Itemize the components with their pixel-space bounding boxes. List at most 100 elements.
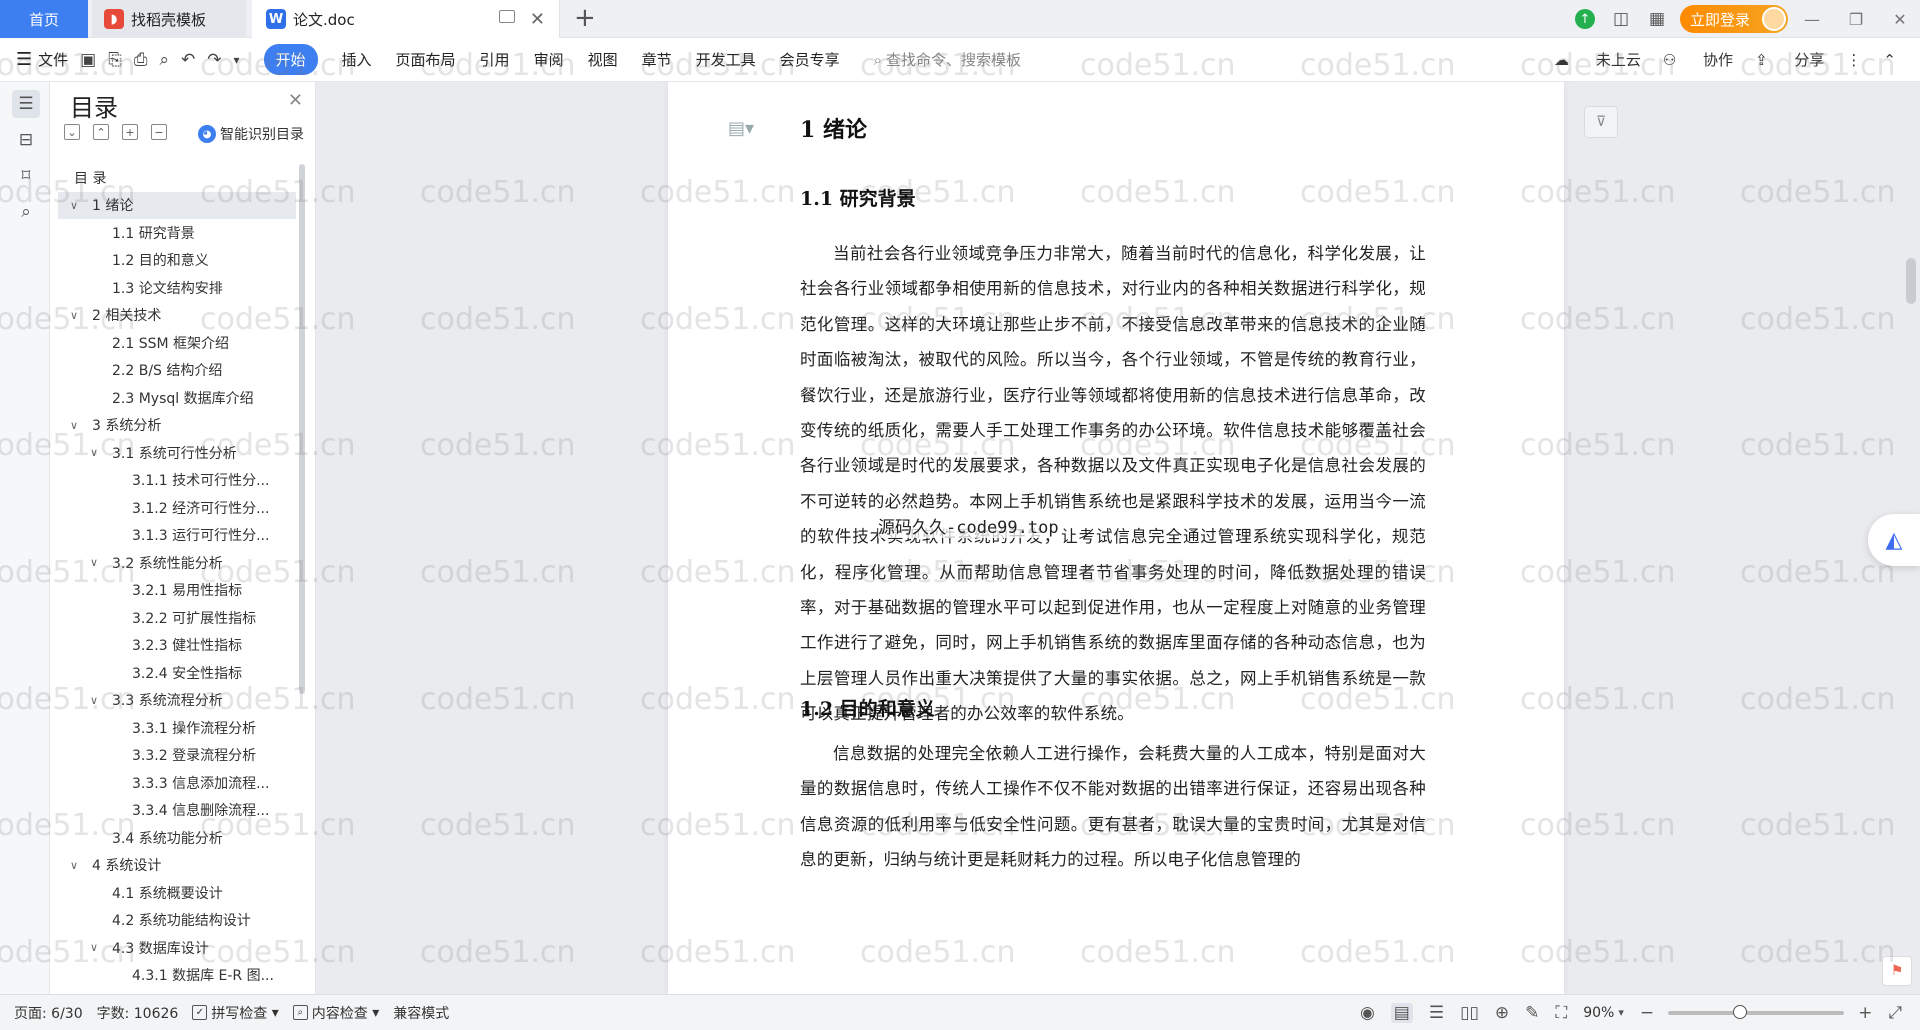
tab-page-layout[interactable]: 页面布局: [396, 49, 456, 70]
toc-item[interactable]: 目 录: [58, 164, 296, 192]
close-toc-icon[interactable]: ✕: [288, 90, 303, 111]
save-icon[interactable]: ▣: [80, 50, 96, 70]
toc-item[interactable]: ∨ 4.3 数据库设计: [58, 934, 296, 962]
toc-item[interactable]: 3.3.3 信息添加流程...: [58, 769, 296, 797]
eye-protection-icon[interactable]: ◉: [1360, 1003, 1375, 1023]
toc-item[interactable]: ∨ 4 系统设计: [58, 852, 296, 880]
tab-references[interactable]: 引用: [480, 49, 510, 70]
close-tab-icon[interactable]: ✕: [530, 9, 545, 30]
tab-document[interactable]: W 论文.doc ✕: [252, 0, 560, 38]
paragraph-options-icon[interactable]: ▤▾: [728, 118, 754, 139]
document-scrollbar[interactable]: [1906, 258, 1916, 304]
page-view-icon[interactable]: ▤: [1390, 1002, 1413, 1023]
tab-member[interactable]: 会员专享: [780, 49, 840, 70]
toc-item[interactable]: 4.3.1 数据库 E-R 图...: [58, 962, 296, 990]
toc-item[interactable]: 3.3.1 操作流程分析: [58, 714, 296, 742]
toc-item[interactable]: 3.4 系统功能分析: [58, 824, 296, 852]
chevron-down-icon[interactable]: ∨: [70, 859, 78, 872]
layout-toggle-icon[interactable]: ◫: [1606, 4, 1636, 34]
web-view-icon[interactable]: ⊕: [1495, 1003, 1509, 1023]
remove-heading-icon[interactable]: −: [151, 124, 167, 140]
zoom-dropdown-icon[interactable]: ▾: [1618, 1006, 1624, 1019]
zoom-out-icon[interactable]: −: [1640, 1003, 1654, 1023]
toc-item[interactable]: 3.3.4 信息删除流程...: [58, 797, 296, 825]
tab-developer[interactable]: 开发工具: [696, 49, 756, 70]
fullscreen-icon[interactable]: ⤢: [1888, 1003, 1902, 1023]
zoom-slider[interactable]: [1668, 1004, 1845, 1019]
tab-home[interactable]: 首页: [0, 0, 88, 38]
cloud-status-button[interactable]: ☁ 未上云: [1554, 49, 1641, 70]
toc-item[interactable]: 1.2 目的和意义: [58, 247, 296, 275]
tab-docer-templates[interactable]: ◗ 找稻壳模板: [92, 0, 246, 38]
toc-item[interactable]: ∨ 3.1 系统可行性分析: [58, 439, 296, 467]
add-heading-icon[interactable]: +: [122, 124, 138, 140]
reading-view-icon[interactable]: ▯▯: [1460, 1003, 1479, 1023]
toc-item[interactable]: 3.1.1 技术可行性分...: [58, 467, 296, 495]
restore-icon[interactable]: ❐: [1836, 0, 1876, 38]
collapse-ribbon-icon[interactable]: ⌃: [1883, 51, 1896, 69]
collaborate-button[interactable]: ⚇ 协作: [1663, 49, 1733, 70]
ai-assistant-icon[interactable]: ◭: [1868, 514, 1920, 566]
chevron-down-icon[interactable]: ∨: [90, 694, 98, 707]
chevron-down-icon[interactable]: ∨: [70, 419, 78, 432]
new-tab-button[interactable]: +: [574, 3, 596, 33]
chevron-down-icon[interactable]: ∨: [90, 556, 98, 569]
word-count[interactable]: 字数: 10626: [97, 1003, 179, 1023]
toc-item[interactable]: 3.1.3 运行可行性分...: [58, 522, 296, 550]
outline-view-icon[interactable]: ☰: [1429, 1003, 1444, 1023]
chevron-down-icon[interactable]: ∨: [70, 309, 78, 322]
toc-item[interactable]: 4.1 系统概要设计: [58, 879, 296, 907]
toc-item[interactable]: 4.2 系统功能结构设计: [58, 907, 296, 935]
toc-item[interactable]: 3.1.2 经济可行性分...: [58, 494, 296, 522]
print-icon[interactable]: ⎙: [134, 50, 148, 70]
more-options-icon[interactable]: ⋮: [1846, 51, 1861, 69]
toc-item[interactable]: 3.2.3 健壮性指标: [58, 632, 296, 660]
apps-grid-icon[interactable]: ▦: [1642, 4, 1672, 34]
filter-panel-icon[interactable]: ⊽: [1584, 106, 1618, 138]
close-window-icon[interactable]: ✕: [1880, 0, 1920, 38]
toc-item[interactable]: 2.1 SSM 框架介绍: [58, 329, 296, 357]
tab-view[interactable]: 视图: [588, 49, 618, 70]
toc-item[interactable]: 2.2 B/S 结构介绍: [58, 357, 296, 385]
toc-item[interactable]: 1.1 研究背景: [58, 219, 296, 247]
toc-item[interactable]: 1.3 论文结构安排: [58, 274, 296, 302]
print-preview-icon[interactable]: ⌕: [159, 50, 169, 70]
toc-item[interactable]: ∨ 3.3 系统流程分析: [58, 687, 296, 715]
page-indicator[interactable]: 页面: 6/30: [14, 1003, 83, 1023]
document-page[interactable]: ▤▾ 1 绪论 1.1 研究背景 当前社会各行业领域竞争压力非常大，随着当前时代…: [668, 82, 1564, 994]
undo-icon[interactable]: ↶: [181, 50, 195, 70]
redo-icon[interactable]: ↷: [207, 50, 221, 70]
chevron-down-icon[interactable]: ∨: [70, 199, 78, 212]
toc-item[interactable]: 3.2.1 易用性指标: [58, 577, 296, 605]
smart-toc-button[interactable]: ◕ 智能识别目录: [198, 124, 304, 144]
tab-start[interactable]: 开始: [263, 44, 318, 75]
collapse-all-icon[interactable]: ⌃: [93, 124, 109, 140]
tab-section[interactable]: 章节: [642, 49, 672, 70]
zoom-level[interactable]: 90%: [1583, 1005, 1614, 1021]
chevron-down-icon[interactable]: ∨: [90, 446, 98, 459]
toc-item[interactable]: 2.3 Mysql 数据库介绍: [58, 384, 296, 412]
export-pdf-icon[interactable]: ⎘: [108, 50, 122, 70]
toc-item[interactable]: 3.2.4 安全性指标: [58, 659, 296, 687]
toc-item[interactable]: ∨ 2 相关技术: [58, 302, 296, 330]
bookmark-icon[interactable]: ⌑: [12, 162, 40, 190]
command-search-input[interactable]: ⌕ 查找命令、搜索模板: [874, 49, 1021, 70]
tab-review[interactable]: 审阅: [534, 49, 564, 70]
write-mode-icon[interactable]: ✎: [1525, 1003, 1539, 1023]
find-icon[interactable]: ⌕: [12, 198, 40, 226]
toc-panel-icon[interactable]: ☰: [12, 90, 40, 118]
login-button[interactable]: 立即登录: [1679, 5, 1788, 33]
fit-page-icon[interactable]: ⛶: [1555, 1003, 1567, 1023]
toc-item[interactable]: 3.3.2 登录流程分析: [58, 742, 296, 770]
expand-all-icon[interactable]: ⌄: [64, 124, 80, 140]
upgrade-button[interactable]: ↑: [1570, 4, 1600, 34]
toc-item[interactable]: ∨ 1 绪论: [58, 191, 296, 219]
share-button[interactable]: ⇪ 分享: [1755, 49, 1824, 70]
feedback-icon[interactable]: ⚑: [1882, 956, 1912, 986]
minimize-icon[interactable]: —: [1792, 0, 1832, 38]
toc-item[interactable]: 3.2.2 可扩展性指标: [58, 604, 296, 632]
toc-item[interactable]: ∨ 3 系统分析: [58, 412, 296, 440]
zoom-in-icon[interactable]: +: [1858, 1003, 1872, 1023]
spell-check-button[interactable]: ✓ 拼写检查 ▾: [192, 1003, 279, 1023]
file-menu-button[interactable]: ☰ 文件: [16, 49, 68, 70]
